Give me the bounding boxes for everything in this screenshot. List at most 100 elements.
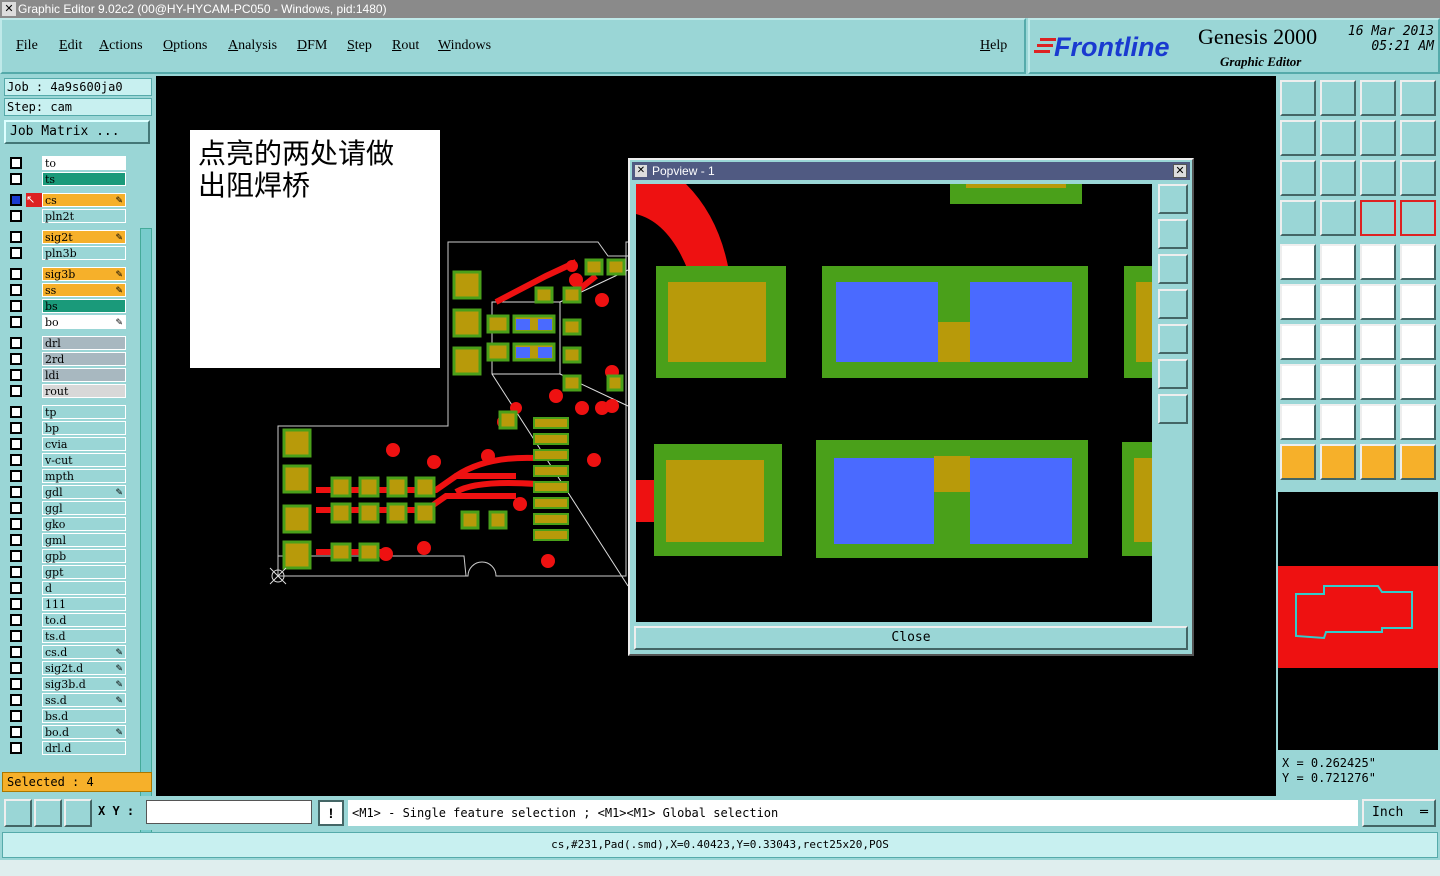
- layer-mark[interactable]: [26, 709, 42, 723]
- add-pad-icon[interactable]: [1280, 244, 1316, 280]
- layer-name[interactable]: to: [42, 156, 126, 170]
- contour-icon[interactable]: [1400, 324, 1436, 360]
- popview-close-icon[interactable]: ✕: [1173, 164, 1187, 178]
- mask-tool2-icon[interactable]: [1320, 404, 1356, 440]
- layer-checkbox[interactable]: [10, 369, 22, 381]
- layer-name[interactable]: bp: [42, 421, 126, 435]
- menu-actions[interactable]: Actions: [99, 38, 143, 54]
- angle-icon[interactable]: [1280, 324, 1316, 360]
- layer-mark[interactable]: [26, 469, 42, 483]
- xy-input[interactable]: [146, 800, 312, 824]
- layer-mark[interactable]: [26, 368, 42, 382]
- measure-icon[interactable]: [1360, 364, 1396, 400]
- menu-file[interactable]: File: [16, 38, 38, 54]
- layer-mark[interactable]: [26, 677, 42, 691]
- layer-row-bs.d[interactable]: bs.d: [6, 709, 126, 723]
- zoom-fit-icon[interactable]: [1280, 160, 1316, 196]
- layer-checkbox[interactable]: [10, 630, 22, 642]
- undo-view-icon[interactable]: [1360, 120, 1396, 156]
- layer-mark[interactable]: [26, 405, 42, 419]
- layer-row-sig2t.d[interactable]: sig2t.d ✎: [6, 661, 126, 675]
- layer-row-gpt[interactable]: gpt: [6, 565, 126, 579]
- layer-checkbox[interactable]: [10, 598, 22, 610]
- layer-name[interactable]: sig2t.d ✎: [42, 661, 126, 675]
- arc-icon[interactable]: [1360, 324, 1396, 360]
- layer-mark[interactable]: [26, 384, 42, 398]
- layer-name[interactable]: gpb: [42, 549, 126, 563]
- layer-name[interactable]: drl: [42, 336, 126, 350]
- layer-row-111[interactable]: 111: [6, 597, 126, 611]
- layer-name[interactable]: gml: [42, 533, 126, 547]
- layer-name[interactable]: tp: [42, 405, 126, 419]
- job-matrix-button[interactable]: Job Matrix ...: [4, 120, 150, 144]
- layer-checkbox[interactable]: [10, 300, 22, 312]
- layer-checkbox[interactable]: [10, 550, 22, 562]
- pan-right-icon[interactable]: [1320, 120, 1356, 156]
- layer-row-ss[interactable]: ss ✎: [6, 283, 126, 297]
- layer-name[interactable]: pln2t: [42, 209, 126, 223]
- select-group-icon[interactable]: [1400, 364, 1436, 400]
- layer-mark[interactable]: [26, 230, 42, 244]
- layer-name[interactable]: rout: [42, 384, 126, 398]
- work-layer-icon[interactable]: ↖: [26, 193, 42, 207]
- layer-row-bo.d[interactable]: bo.d ✎: [6, 725, 126, 739]
- layer-mark[interactable]: [26, 613, 42, 627]
- layer-mark[interactable]: [26, 246, 42, 260]
- line-icon[interactable]: [1320, 324, 1356, 360]
- layer-checkbox[interactable]: [10, 726, 22, 738]
- open-icon[interactable]: [1280, 80, 1316, 116]
- menu-edit[interactable]: Edit: [59, 38, 82, 54]
- menu-dfm[interactable]: DFM: [297, 38, 327, 54]
- measure-icon[interactable]: [34, 799, 62, 827]
- layer-mark[interactable]: [26, 741, 42, 755]
- layer-checkbox[interactable]: [10, 502, 22, 514]
- layer-mark[interactable]: [26, 156, 42, 170]
- popview-zoom-home-icon[interactable]: [1158, 359, 1188, 389]
- layer-scrollbar[interactable]: [140, 228, 152, 842]
- layer-row-cs.d[interactable]: cs.d ✎: [6, 645, 126, 659]
- split-icon[interactable]: [1400, 284, 1436, 320]
- layer-row-pln2t[interactable]: pln2t: [6, 209, 126, 223]
- layer-checkbox[interactable]: [10, 566, 22, 578]
- layer-checkbox[interactable]: [10, 337, 22, 349]
- alert-icon[interactable]: !: [318, 800, 344, 826]
- layer-name[interactable]: drl.d: [42, 741, 126, 755]
- popview-zoom-fit-icon[interactable]: [1158, 394, 1188, 424]
- layer-mark[interactable]: [26, 629, 42, 643]
- layer-mark[interactable]: [26, 533, 42, 547]
- layer-mark[interactable]: [26, 485, 42, 499]
- overview-map[interactable]: [1278, 492, 1438, 750]
- select-net-icon[interactable]: [1400, 444, 1436, 480]
- mask-tool-icon[interactable]: [1280, 404, 1316, 440]
- menu-windows[interactable]: Windows: [438, 38, 491, 54]
- menu-step[interactable]: Step: [347, 38, 372, 54]
- menu-analysis[interactable]: Analysis: [228, 38, 277, 54]
- snap-icon[interactable]: [1280, 200, 1316, 236]
- layer-display-red-icon[interactable]: [1400, 200, 1436, 236]
- layer-checkbox[interactable]: [10, 210, 22, 222]
- menu-rout[interactable]: Rout: [392, 38, 419, 54]
- layer-name[interactable]: ss ✎: [42, 283, 126, 297]
- layer-row-gdl[interactable]: gdl ✎: [6, 485, 126, 499]
- layer-name[interactable]: d: [42, 581, 126, 595]
- popview-pan-left-icon[interactable]: [1158, 289, 1188, 319]
- layer-checkbox[interactable]: [10, 422, 22, 434]
- popview-pan-up-icon[interactable]: [1158, 219, 1188, 249]
- layer-checkbox[interactable]: [10, 582, 22, 594]
- mask-tool4-icon[interactable]: [1400, 404, 1436, 440]
- layer-name[interactable]: ts.d: [42, 629, 126, 643]
- layer-row-ldi[interactable]: ldi: [6, 368, 126, 382]
- layer-name[interactable]: to.d: [42, 613, 126, 627]
- select-poly-icon[interactable]: [1360, 444, 1396, 480]
- layer-row-ggl[interactable]: ggl: [6, 501, 126, 515]
- layer-row-gml[interactable]: gml: [6, 533, 126, 547]
- layer-checkbox[interactable]: [10, 173, 22, 185]
- popview-pan-right-icon[interactable]: [1158, 324, 1188, 354]
- menu-help[interactable]: Help: [980, 38, 1007, 54]
- layer-name[interactable]: cs ✎: [42, 193, 126, 207]
- layer-checkbox[interactable]: [10, 385, 22, 397]
- layer-name[interactable]: bo.d ✎: [42, 725, 126, 739]
- layer-checkbox[interactable]: [10, 486, 22, 498]
- layer-row-sig3b.d[interactable]: sig3b.d ✎: [6, 677, 126, 691]
- layer-row-v-cut[interactable]: v-cut: [6, 453, 126, 467]
